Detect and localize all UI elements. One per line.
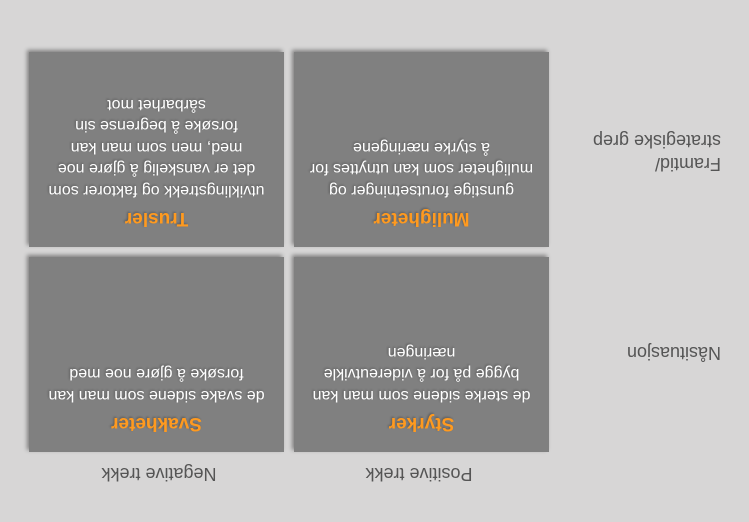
cell-strengths-title: Styrker xyxy=(308,412,535,434)
grid-wrapper: Positive trekk Negative trekk Styrker de… xyxy=(29,52,549,492)
column-headers: Positive trekk Negative trekk xyxy=(29,452,549,492)
cell-weaknesses-title: Svakheter xyxy=(43,412,270,434)
row-label-present: Nåsituasjon xyxy=(559,252,729,452)
col-header-negative: Negative trekk xyxy=(29,452,289,492)
cell-threats-title: Trusler xyxy=(43,207,270,229)
cell-weaknesses-desc: de svake sidene som man kan forsøke å gj… xyxy=(43,363,270,406)
row-label-future: Framtid/ strategiske grep xyxy=(559,52,729,252)
cell-opportunities-desc: gunstige forutsetninger og muligheter so… xyxy=(308,136,535,201)
col-header-positive: Positive trekk xyxy=(289,452,549,492)
cell-opportunities-title: Muligheter xyxy=(308,207,535,229)
swot-cells: Styrker de sterke sidene som man kan byg… xyxy=(29,52,549,452)
cell-threats-desc: utviklingstrekk og faktorer som det er v… xyxy=(43,93,270,201)
cell-strengths: Styrker de sterke sidene som man kan byg… xyxy=(294,257,549,452)
row-labels: Nåsituasjon Framtid/ strategiske grep xyxy=(559,52,729,452)
cell-strengths-desc: de sterke sidene som man kan bygge på fo… xyxy=(308,341,535,406)
cell-weaknesses: Svakheter de svake sidene som man kan fo… xyxy=(29,257,284,452)
cell-threats: Trusler utviklingstrekk og faktorer som … xyxy=(29,52,284,247)
swot-diagram: Nåsituasjon Framtid/ strategiske grep Po… xyxy=(0,0,749,522)
cell-opportunities: Muligheter gunstige forutsetninger og mu… xyxy=(294,52,549,247)
